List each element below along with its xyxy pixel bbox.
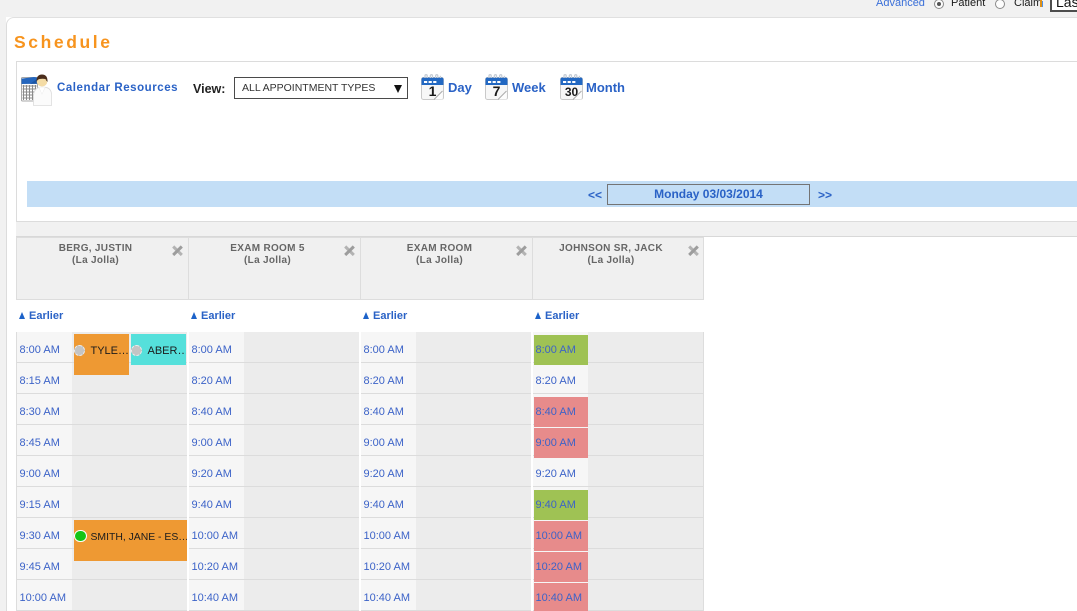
svg-text:7: 7 [493,83,501,99]
svg-text:1: 1 [429,83,437,99]
